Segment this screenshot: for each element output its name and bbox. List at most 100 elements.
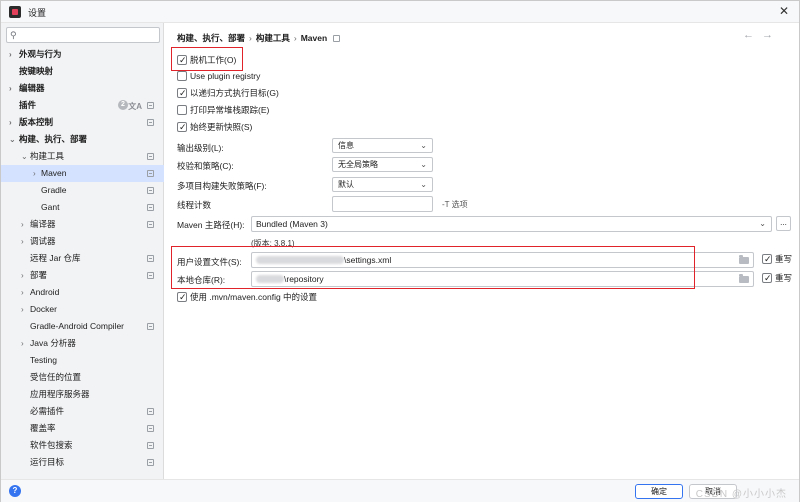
thread-count-label: 线程计数: [177, 200, 212, 210]
chevron-right-icon[interactable]: ›: [21, 233, 24, 250]
folder-icon[interactable]: [739, 255, 749, 264]
maven-home-select[interactable]: Bundled (Maven 3) ⌄: [251, 216, 772, 232]
sidebar-item-label: Gradle: [41, 185, 67, 195]
breadcrumb-separator: ›: [293, 33, 297, 43]
sidebar-item[interactable]: 插件 2 文A: [1, 97, 164, 114]
sidebar-item[interactable]: 必需插件: [1, 403, 164, 420]
project-scope-icon: [333, 35, 341, 42]
thread-count-input[interactable]: [332, 196, 433, 212]
chevron-right-icon[interactable]: ›: [21, 335, 24, 352]
search-input[interactable]: [23, 29, 153, 41]
local-repo-override-checkbox[interactable]: [762, 271, 772, 285]
sidebar-item-label: 受信任的位置: [30, 372, 82, 382]
thread-count-hint: -T 选项: [442, 200, 468, 209]
chevron-down-icon[interactable]: ⌄: [9, 131, 16, 148]
project-scope-icon: [147, 255, 154, 262]
chevron-down-icon: ⌄: [759, 219, 766, 228]
sidebar-item[interactable]: 远程 Jar 仓库: [1, 250, 164, 267]
sidebar-item[interactable]: › 编辑器: [1, 80, 164, 97]
project-scope-icon: [147, 408, 154, 415]
breadcrumb: 构建、执行、部署 › 构建工具 › Maven: [177, 32, 341, 44]
sidebar-item[interactable]: › Java 分析器: [1, 335, 164, 352]
use-mvn-config-label: 使用 .mvn/maven.config 中的设置: [190, 292, 318, 302]
sidebar-item-label: 覆盖率: [30, 423, 56, 433]
sidebar-item[interactable]: Gradle-Android Compiler: [1, 318, 164, 335]
sidebar-item[interactable]: › Maven: [1, 165, 164, 182]
sidebar-item-label: 必需插件: [30, 406, 65, 416]
project-scope-icon: [147, 442, 154, 449]
sidebar-item-label: 插件: [19, 100, 37, 110]
chevron-right-icon[interactable]: ›: [9, 80, 12, 97]
chevron-right-icon[interactable]: ›: [21, 284, 24, 301]
forward-arrow-icon[interactable]: →: [762, 29, 781, 41]
use-mvn-config-checkbox[interactable]: [177, 290, 187, 304]
title-bar: 设置 ✕: [1, 1, 799, 23]
maven-home-label: Maven 主路径(H):: [177, 220, 245, 230]
navigation-arrows: ←→: [743, 29, 781, 41]
sidebar-item[interactable]: Testing: [1, 352, 164, 369]
update-count-badge: 2: [118, 100, 128, 110]
chevron-right-icon[interactable]: ›: [21, 301, 24, 318]
breadcrumb-part-build[interactable]: 构建、执行、部署: [177, 33, 245, 43]
project-scope-icon: [147, 102, 154, 109]
output-level-value: 信息: [338, 141, 354, 150]
sidebar-item-label: 部署: [30, 270, 48, 280]
chevron-down-icon[interactable]: ⌄: [21, 148, 28, 165]
sidebar-item-label: Gradle-Android Compiler: [30, 321, 125, 331]
chevron-right-icon[interactable]: ›: [21, 267, 24, 284]
sidebar-item-label: 运行目标: [30, 457, 65, 467]
chevron-right-icon[interactable]: ›: [9, 46, 12, 63]
sidebar-item[interactable]: › Android: [1, 284, 164, 301]
sidebar-item-label: 外观与行为: [19, 49, 62, 59]
sidebar-item-label: 软件包搜索: [30, 440, 73, 450]
browse-maven-home-button[interactable]: ...: [776, 216, 791, 231]
always-update-checkbox[interactable]: [177, 120, 187, 134]
intellij-app-icon: [9, 6, 21, 18]
sidebar-item[interactable]: › 调试器: [1, 233, 164, 250]
chevron-down-icon: ⌄: [420, 160, 427, 169]
print-stack-checkbox[interactable]: [177, 105, 187, 115]
sidebar-item[interactable]: › 外观与行为: [1, 46, 164, 63]
multiproject-select[interactable]: 默认 ⌄: [332, 177, 433, 192]
sidebar-item[interactable]: Gant: [1, 199, 164, 216]
sidebar-item[interactable]: 运行目标: [1, 454, 164, 471]
user-settings-override-checkbox[interactable]: [762, 252, 772, 266]
sidebar-item[interactable]: › 版本控制: [1, 114, 164, 131]
sidebar-item-label: 按键映射: [19, 66, 54, 76]
ok-button[interactable]: 确定: [635, 484, 683, 499]
sidebar-item[interactable]: 覆盖率: [1, 420, 164, 437]
breadcrumb-part-tools[interactable]: 构建工具: [256, 33, 290, 43]
folder-icon[interactable]: [739, 274, 749, 283]
override-label: 重写: [775, 254, 793, 264]
sidebar-item[interactable]: 应用程序服务器: [1, 386, 164, 403]
sidebar-item[interactable]: › Docker: [1, 301, 164, 318]
plugin-registry-label: Use plugin registry: [190, 71, 261, 81]
checksum-select[interactable]: 无全局策略 ⌄: [332, 157, 433, 172]
project-scope-icon: [147, 323, 154, 330]
sidebar-item[interactable]: ⌄ 构建、执行、部署: [1, 131, 164, 148]
sidebar-item[interactable]: ⌄ 构建工具: [1, 148, 164, 165]
sidebar-item[interactable]: › 部署: [1, 267, 164, 284]
sidebar-item-label: 版本控制: [19, 117, 54, 127]
sidebar-item[interactable]: › 编译器: [1, 216, 164, 233]
sidebar-item[interactable]: 按键映射: [1, 63, 164, 80]
sidebar-item[interactable]: 软件包搜索: [1, 437, 164, 454]
sidebar-item-label: Docker: [30, 304, 57, 314]
sidebar-item-label: 构建工具: [30, 151, 65, 161]
project-scope-icon: [147, 459, 154, 466]
back-arrow-icon[interactable]: ←: [743, 29, 762, 41]
help-icon[interactable]: ?: [9, 485, 21, 497]
checksum-value: 无全局策略: [338, 160, 378, 169]
chevron-right-icon[interactable]: ›: [21, 216, 24, 233]
sidebar-item-label: Gant: [41, 202, 60, 212]
output-level-select[interactable]: 信息 ⌄: [332, 138, 433, 153]
sidebar-item[interactable]: 受信任的位置: [1, 369, 164, 386]
sidebar-item[interactable]: Gradle: [1, 182, 164, 199]
plugin-registry-checkbox[interactable]: [177, 71, 187, 81]
close-icon[interactable]: ✕: [779, 4, 789, 18]
settings-search[interactable]: ⚲: [6, 27, 160, 43]
chevron-right-icon[interactable]: ›: [9, 114, 12, 131]
chevron-right-icon[interactable]: ›: [33, 165, 36, 182]
recursive-checkbox[interactable]: [177, 86, 187, 100]
settings-window: 设置 ✕ ⚲ › 外观与行为 按键映射 › 编辑器 插件 2 文A › 版本控制 ⌄ 构建、执行、部署…: [0, 0, 800, 502]
